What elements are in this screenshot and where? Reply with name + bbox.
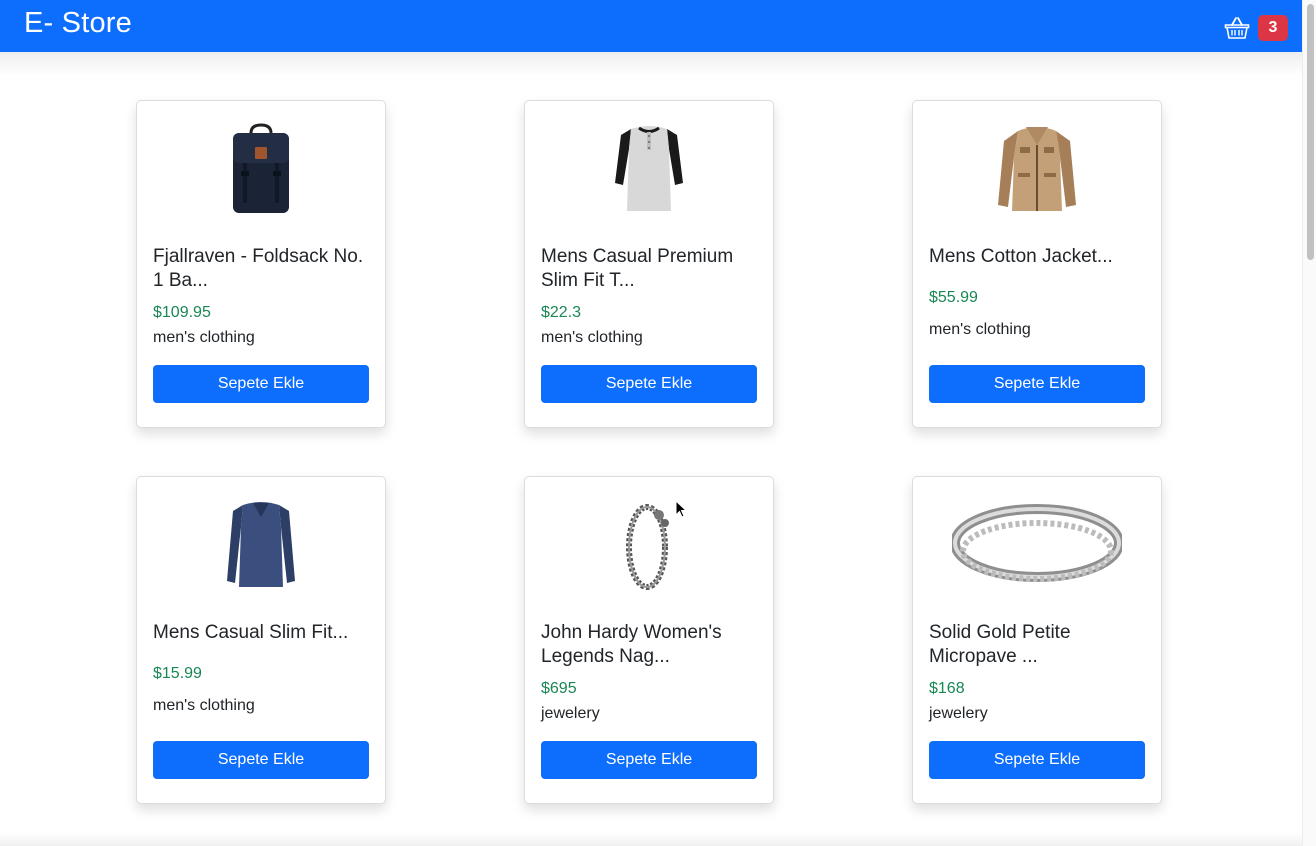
product-image-wrap: [913, 495, 1161, 595]
product-image-wrap: [137, 495, 385, 595]
mouse-cursor-icon: [675, 500, 687, 518]
product-price: $695: [541, 680, 577, 697]
product-category: men's clothing: [929, 321, 1031, 338]
product-category: men's clothing: [541, 329, 643, 346]
basket-icon[interactable]: [1224, 15, 1250, 41]
product-image-wrap: [137, 119, 385, 219]
product-image-wrap: [525, 119, 773, 219]
backpack-image[interactable]: [229, 123, 293, 215]
ring-image[interactable]: [952, 499, 1122, 591]
product-price: $55.99: [929, 289, 978, 306]
product-image-wrap: [525, 495, 773, 595]
add-to-cart-button[interactable]: Sepete Ekle: [541, 741, 757, 779]
add-to-cart-button[interactable]: Sepete Ekle: [929, 741, 1145, 779]
product-title[interactable]: John Hardy Women's Legends Nag...: [541, 621, 759, 669]
add-to-cart-button[interactable]: Sepete Ekle: [929, 365, 1145, 403]
vertical-scrollbar[interactable]: [1302, 0, 1316, 846]
product-price: $168: [929, 680, 965, 697]
longsleeve-image[interactable]: [225, 499, 297, 591]
product-category: jewelery: [541, 705, 600, 722]
bracelet-image[interactable]: [621, 499, 677, 591]
product-card: Solid Gold Petite Micropave ... $168 jew…: [912, 476, 1162, 804]
product-card: Mens Casual Slim Fit... $15.99 men's clo…: [136, 476, 386, 804]
product-price: $22.3: [541, 304, 582, 321]
product-card: John Hardy Women's Legends Nag... $695 j…: [524, 476, 774, 804]
product-price: $15.99: [153, 665, 202, 682]
product-title[interactable]: Mens Casual Slim Fit...: [153, 621, 371, 645]
tshirt-image[interactable]: [613, 123, 685, 215]
navbar: E- Store 3: [0, 0, 1302, 52]
product-title[interactable]: Mens Casual Premium Slim Fit T...: [541, 245, 759, 293]
product-image-wrap: [913, 119, 1161, 219]
add-to-cart-button[interactable]: Sepete Ekle: [153, 365, 369, 403]
add-to-cart-button[interactable]: Sepete Ekle: [153, 741, 369, 779]
product-category: men's clothing: [153, 329, 255, 346]
cart-count-badge: 3: [1258, 15, 1288, 41]
product-card: Fjallraven - Foldsack No. 1 Ba... $109.9…: [136, 100, 386, 428]
cart-button[interactable]: 3: [1224, 15, 1288, 41]
scrollbar-thumb[interactable]: [1307, 4, 1314, 260]
brand-title[interactable]: E- Store: [24, 7, 132, 40]
jacket-image[interactable]: [996, 123, 1078, 215]
product-card: Mens Cotton Jacket... $55.99 men's cloth…: [912, 100, 1162, 428]
product-title[interactable]: Mens Cotton Jacket...: [929, 245, 1147, 269]
product-price: $109.95: [153, 304, 211, 321]
product-title[interactable]: Solid Gold Petite Micropave ...: [929, 621, 1147, 669]
product-category: men's clothing: [153, 697, 255, 714]
product-category: jewelery: [929, 705, 988, 722]
add-to-cart-button[interactable]: Sepete Ekle: [541, 365, 757, 403]
product-title[interactable]: Fjallraven - Foldsack No. 1 Ba...: [153, 245, 371, 293]
navbar-shadow: [0, 52, 1302, 76]
product-card: Mens Casual Premium Slim Fit T... $22.3 …: [524, 100, 774, 428]
bottom-fade: [0, 832, 1302, 846]
